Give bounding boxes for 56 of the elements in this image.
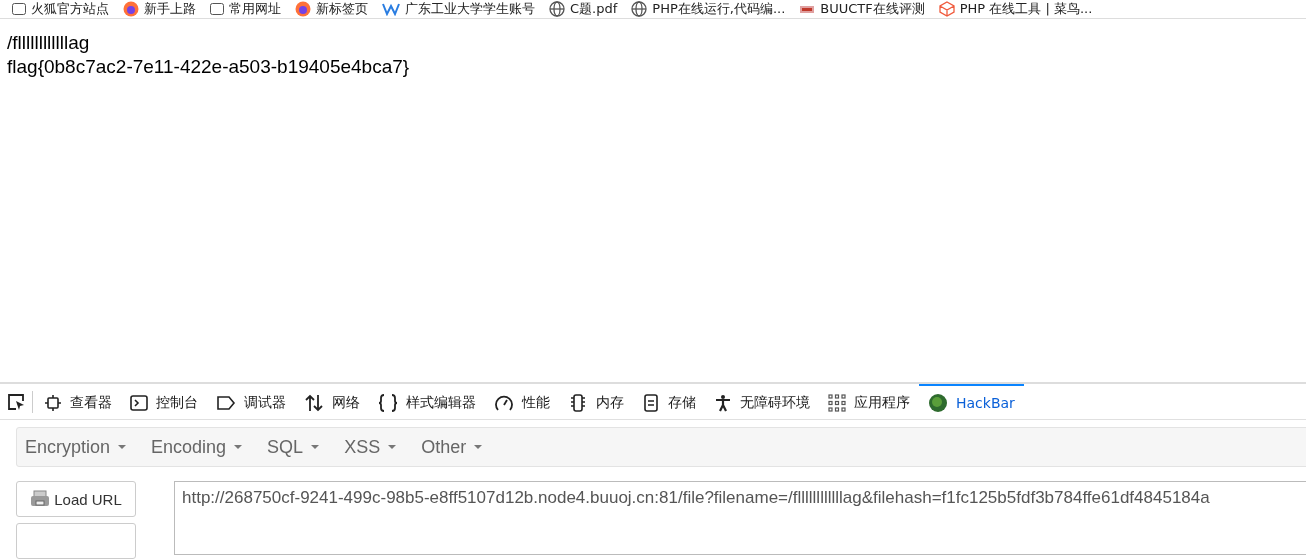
- site-logo-icon: [799, 3, 816, 15]
- bookmark[interactable]: PHP 在线工具 | 菜鸟...: [938, 0, 1093, 18]
- hackbar-logo-icon: [928, 392, 948, 413]
- dropdown-menu[interactable]: XSS: [342, 436, 410, 458]
- grid-icon: [828, 393, 846, 412]
- element-picker-icon[interactable]: [6, 391, 26, 412]
- devtools-tab[interactable]: 存储: [633, 384, 705, 419]
- cube-icon: [938, 1, 955, 17]
- dropdown-menu[interactable]: SQL: [265, 436, 333, 458]
- devtools-tab[interactable]: 内存: [559, 384, 633, 419]
- bookmark[interactable]: C题.pdf: [549, 0, 618, 18]
- braces-icon: [378, 393, 398, 412]
- chip-icon: [568, 393, 588, 412]
- dropdown-menu[interactable]: Other: [419, 436, 496, 458]
- devtools-tab[interactable]: HackBar: [919, 384, 1024, 419]
- debugger-icon: [216, 394, 236, 411]
- inspector-icon: [44, 393, 62, 412]
- printer-icon: [30, 490, 51, 508]
- storage-icon: [642, 393, 660, 412]
- devtools-tab[interactable]: 调试器: [207, 384, 295, 419]
- bookmark[interactable]: 广东工业大学学生账号: [382, 0, 535, 18]
- bookmark[interactable]: 常用网址: [210, 0, 281, 18]
- bookmark[interactable]: 火狐官方站点: [12, 0, 109, 18]
- caret-icon: [310, 444, 321, 450]
- dropdown-menu[interactable]: Encoding: [149, 436, 256, 458]
- devtools-tab[interactable]: 无障碍环境: [705, 384, 819, 419]
- devtools-tab[interactable]: 应用程序: [819, 384, 919, 419]
- bookmark[interactable]: BUUCTF在线评测: [799, 0, 925, 18]
- network-arrows-icon: [304, 393, 324, 412]
- accessibility-icon: [714, 393, 732, 412]
- folder-icon: [12, 3, 26, 15]
- caret-icon: [117, 444, 128, 450]
- globe-icon: [549, 1, 565, 17]
- devtools-tab[interactable]: 样式编辑器: [369, 384, 485, 419]
- caret-icon: [387, 444, 398, 450]
- page-text: flag{0b8c7ac2-7e11-422e-a503-b19405e4bca7}: [7, 55, 411, 79]
- bookmark[interactable]: 新标签页: [295, 0, 368, 18]
- devtools-tab[interactable]: 查看器: [35, 384, 121, 419]
- bookmark[interactable]: 新手上路: [123, 0, 196, 18]
- devtools-tab[interactable]: 性能: [485, 384, 559, 419]
- browser-logo-icon: [295, 1, 311, 17]
- gauge-icon: [494, 393, 514, 412]
- browser-logo-icon: [123, 1, 139, 17]
- bookmark[interactable]: PHP在线运行,代码编...: [631, 0, 786, 18]
- globe-icon: [631, 1, 648, 17]
- url-input-field[interactable]: http://268750cf-9241-499c-98b5-e8ff5107d12b.node4.buuoj.cn:81/file?filename=/fllllllllllllag&filehash=f1fc125b5fdf3b784ffe61df4845184a: [174, 481, 1306, 555]
- page-text: /fllllllllllllag: [7, 31, 91, 55]
- folder-icon: [210, 3, 224, 15]
- load-url-button[interactable]: Load URL: [16, 481, 136, 517]
- caret-icon: [233, 444, 244, 450]
- dropdown-menu[interactable]: Encryption: [23, 436, 140, 458]
- devtools-tab[interactable]: 控制台: [121, 384, 207, 419]
- caret-icon: [473, 444, 484, 450]
- devtools-tab[interactable]: 网络: [295, 384, 369, 419]
- console-icon: [130, 393, 148, 412]
- wave-icon: [382, 2, 400, 16]
